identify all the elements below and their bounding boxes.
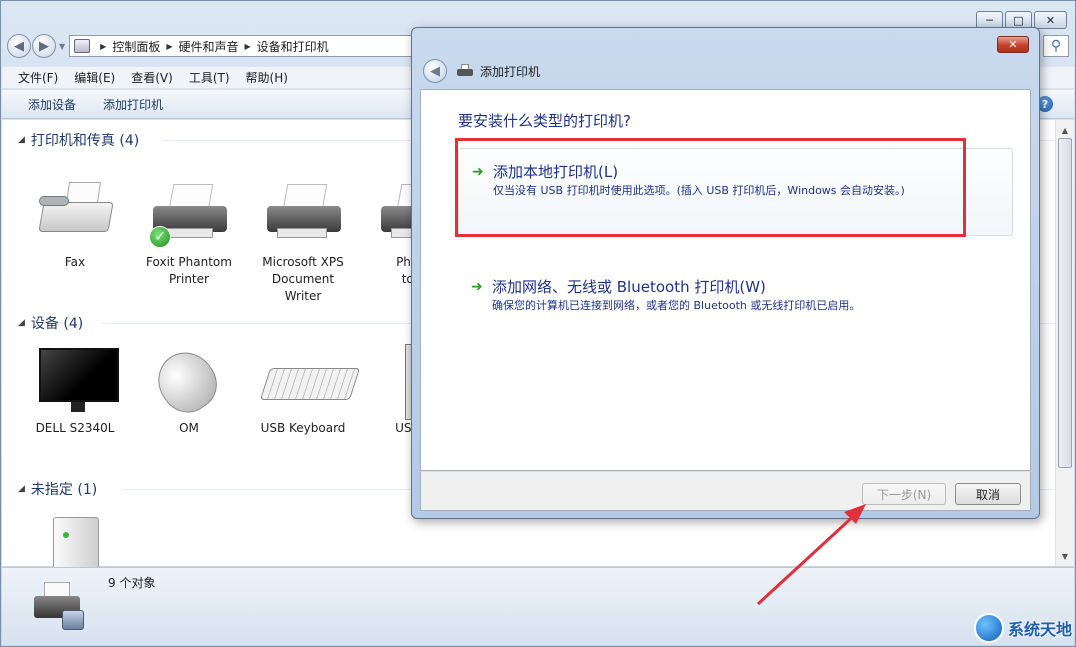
printer-icon <box>457 64 473 78</box>
dialog-question: 要安装什么类型的打印机? <box>458 112 631 130</box>
printer-icon: ✓ <box>149 178 229 250</box>
breadcrumb-separator-icon[interactable]: ▶ <box>166 42 172 51</box>
back-arrow-icon: ◀ <box>430 63 440 79</box>
option-description: 确保您的计算机已连接到网络，或者您的 Bluetooth 或无线打印机已启用。 <box>492 299 861 312</box>
device-foxit-phantom-printer[interactable]: ✓ Foxit Phantom Printer <box>134 178 244 288</box>
cancel-button[interactable]: 取消 <box>955 483 1021 505</box>
menu-file[interactable]: 文件(F) <box>18 69 58 86</box>
annotation-arrow <box>756 504 866 606</box>
recent-pages-dropdown-icon[interactable]: ▼ <box>59 42 65 51</box>
group-header-unspecified[interactable]: ◢ 未指定 (1) <box>18 479 97 499</box>
breadcrumb-separator-icon[interactable]: ▶ <box>100 42 106 51</box>
back-button[interactable]: ◀ <box>7 34 31 58</box>
forward-arrow-icon: ▶ <box>39 38 49 54</box>
device-label: DELL S2340L <box>35 421 115 435</box>
breadcrumb-devices-printers[interactable]: 设备和打印机 <box>257 38 329 55</box>
device-label: Fax <box>64 255 86 269</box>
close-window-button[interactable]: ✕ <box>1034 11 1067 29</box>
add-device-button[interactable]: 添加设备 <box>28 96 76 113</box>
vertical-scrollbar[interactable]: ▲ ▼ <box>1055 120 1074 566</box>
group-title: 打印机和传真 (4) <box>30 133 140 149</box>
fax-icon <box>35 178 115 250</box>
breadcrumb-separator-icon[interactable]: ▶ <box>245 42 251 51</box>
group-title: 设备 (4) <box>30 316 84 332</box>
dialog-title: 添加打印机 <box>480 65 541 79</box>
device-mouse[interactable]: OM <box>134 341 244 437</box>
add-printer-dialog: ✕ ◀ 添加打印机 要安装什么类型的打印机? ➜ 添加本地打印机(L) 仅当没有… <box>411 27 1040 519</box>
green-arrow-icon: ➜ <box>471 279 483 295</box>
dialog-footer: 下一步(N) 取消 <box>420 471 1031 511</box>
printer-camera-icon <box>28 576 88 634</box>
printer-icon <box>263 178 343 250</box>
watermark-text: 系统天地 <box>1007 620 1072 639</box>
device-dell-monitor[interactable]: DELL S2340L <box>20 344 130 437</box>
mouse-icon <box>146 341 229 423</box>
device-fax[interactable]: Fax <box>20 178 130 271</box>
device-microsoft-xps-writer[interactable]: Microsoft XPS Document Writer <box>248 178 358 305</box>
device-label: Microsoft XPS <box>262 255 344 269</box>
menu-view[interactable]: 查看(V) <box>131 69 173 86</box>
monitor-icon <box>35 344 119 416</box>
watermark-logo-icon <box>973 613 1004 643</box>
details-pane: 9 个对象 <box>2 567 1074 645</box>
group-header-devices[interactable]: ◢ 设备 (4) <box>18 313 83 333</box>
dialog-close-button[interactable]: ✕ <box>997 36 1029 53</box>
device-label: Foxit Phantom <box>146 255 232 269</box>
scroll-thumb[interactable] <box>1058 138 1072 468</box>
menu-tools[interactable]: 工具(T) <box>189 69 230 86</box>
forward-button[interactable]: ▶ <box>32 34 56 58</box>
device-label: OM <box>179 421 199 435</box>
highlight-annotation-box <box>455 138 966 237</box>
breadcrumb-control-panel[interactable]: 控制面板 <box>112 38 160 55</box>
dialog-back-button[interactable]: ◀ <box>423 59 447 83</box>
menu-edit[interactable]: 编辑(E) <box>74 69 115 86</box>
collapse-triangle-icon[interactable]: ◢ <box>18 484 25 494</box>
search-button[interactable]: ⚲ <box>1043 35 1069 57</box>
collapse-triangle-icon[interactable]: ◢ <box>18 318 25 328</box>
add-printer-button[interactable]: 添加打印机 <box>103 96 163 113</box>
keyboard-icon <box>259 344 361 416</box>
group-header-printers[interactable]: ◢ 打印机和传真 (4) <box>18 130 139 150</box>
search-icon: ⚲ <box>1050 38 1062 54</box>
group-title: 未指定 (1) <box>30 482 98 498</box>
menu-help[interactable]: 帮助(H) <box>246 69 288 86</box>
scroll-down-arrow-icon[interactable]: ▼ <box>1056 548 1074 564</box>
device-label: Printer <box>169 272 209 286</box>
object-count: 9 个对象 <box>108 576 156 590</box>
close-icon: ✕ <box>1008 38 1018 51</box>
scroll-up-arrow-icon[interactable]: ▲ <box>1056 122 1074 138</box>
option-add-network-printer[interactable]: ➜ 添加网络、无线或 Bluetooth 打印机(W) 确保您的计算机已连接到网… <box>458 264 1013 352</box>
collapse-triangle-icon[interactable]: ◢ <box>18 135 25 145</box>
address-bar[interactable]: ▶ 控制面板 ▶ 硬件和声音 ▶ 设备和打印机 <box>69 35 470 57</box>
control-panel-icon <box>74 39 91 53</box>
device-usb-keyboard[interactable]: USB Keyboard <box>248 344 361 437</box>
device-label: USB Keyboard <box>260 421 346 435</box>
back-arrow-icon: ◀ <box>14 38 24 54</box>
option-title: 添加网络、无线或 Bluetooth 打印机(W) <box>492 278 766 296</box>
default-printer-check-icon: ✓ <box>149 226 171 248</box>
breadcrumb-hardware-sound[interactable]: 硬件和声音 <box>178 38 238 55</box>
site-watermark: 系统天地 <box>973 613 1072 643</box>
device-label: Document <box>271 272 335 286</box>
device-label: Writer <box>284 289 322 303</box>
